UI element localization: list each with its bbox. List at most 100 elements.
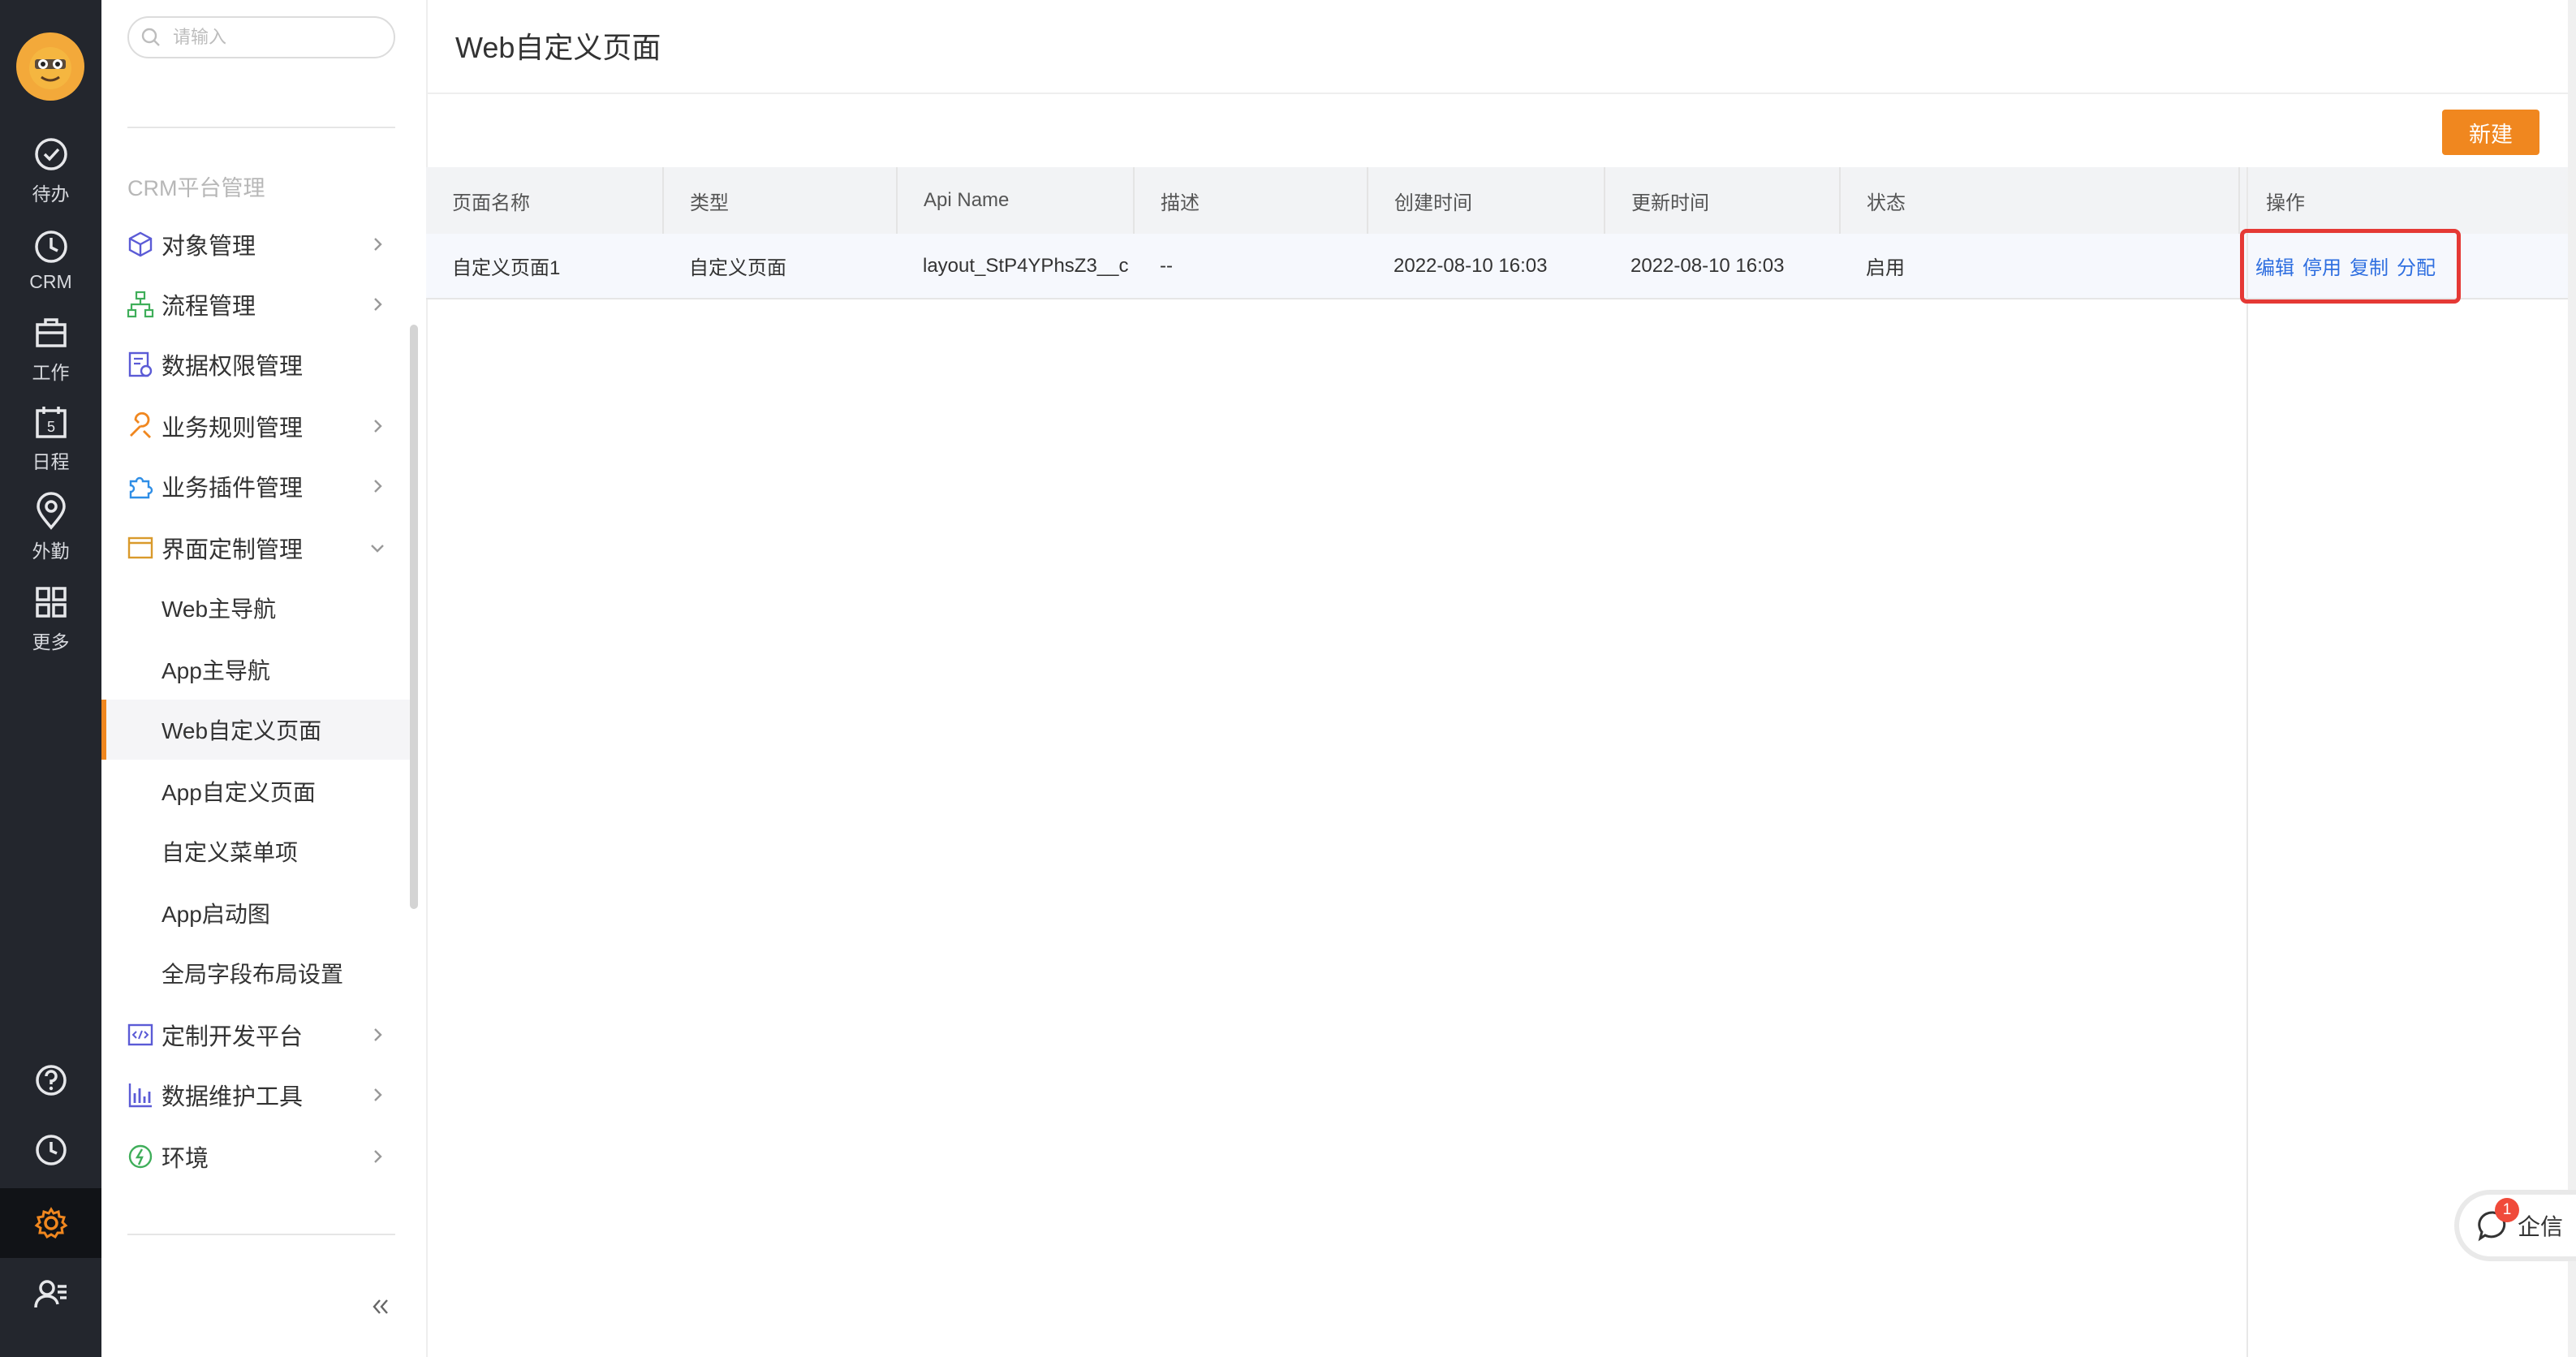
sidebar-item-label: 数据维护工具 [162, 1084, 304, 1110]
rail-item-more[interactable]: 更多 [0, 578, 101, 659]
sidebar-subitem-web-custom-page[interactable]: Web自定义页面 [101, 700, 410, 760]
sidebar-subitem-label: App自定义页面 [162, 780, 316, 805]
rail-item-crm[interactable]: CRM [0, 219, 101, 300]
divider [127, 127, 395, 128]
column-header[interactable]: 描述 [1134, 167, 1368, 234]
rail-item-work[interactable]: 工作 [0, 308, 101, 390]
sidebar-scrollbar[interactable] [410, 325, 418, 909]
sidebar-search[interactable] [127, 16, 395, 58]
column-header[interactable]: 类型 [663, 167, 898, 234]
briefcase-icon [35, 318, 67, 347]
rail-label: 更多 [32, 631, 70, 653]
chevron-right-icon [374, 298, 382, 311]
sidebar-subitem-label: 全局字段布局设置 [162, 962, 344, 987]
history-button[interactable] [0, 1115, 101, 1185]
help-button[interactable] [0, 1045, 101, 1115]
page-scrollbar-track[interactable] [2568, 0, 2576, 1357]
table-header-row: 页面名称 类型 Api Name 描述 创建时间 更新时间 状态 操作 [426, 167, 2576, 234]
column-header[interactable]: 操作 [2239, 167, 2576, 234]
clock-icon [35, 1135, 67, 1165]
sidebar-item-label: 业务插件管理 [162, 476, 304, 502]
sidebar-item-data-tools[interactable]: 数据维护工具 [101, 1065, 418, 1125]
sidebar-item-label: 环境 [162, 1146, 209, 1172]
sidebar-subitem-label: 自定义菜单项 [162, 840, 299, 865]
sidebar-item-label: 业务规则管理 [162, 416, 304, 442]
sidebar-item-label: 定制开发平台 [162, 1024, 304, 1050]
search-input[interactable] [171, 26, 386, 49]
location-pin-icon [36, 492, 66, 530]
document-lock-icon [128, 351, 153, 377]
help-icon [35, 1065, 67, 1096]
sidebar-subitem-app-main-nav[interactable]: App主导航 [101, 640, 410, 700]
rail-item-field[interactable]: 外勤 [0, 487, 101, 568]
bar-chart-icon [128, 1083, 152, 1108]
sidebar-item-data-permission[interactable]: 数据权限管理 [101, 334, 418, 394]
chevron-down-icon [371, 545, 384, 553]
chevron-right-icon [374, 1088, 382, 1101]
sidebar-item-business-rules[interactable]: 业务规则管理 [101, 396, 418, 456]
chevron-right-icon [374, 238, 382, 251]
column-header[interactable]: 状态 [1840, 167, 2240, 234]
admin-sidebar: CRM平台管理 对象管理 流程管理 数据权限管理 [101, 0, 428, 1357]
section-title: CRM平台管理 [127, 176, 265, 200]
column-header[interactable]: 页面名称 [426, 167, 664, 234]
cell-api-name: layout_StP4YPhsZ3__c [897, 234, 1134, 299]
sidebar-item-label: 对象管理 [162, 234, 256, 260]
cell-status: 启用 [1840, 234, 2239, 299]
column-header[interactable]: 更新时间 [1605, 167, 1841, 234]
sidebar-subitem-custom-menu[interactable]: 自定义菜单项 [101, 821, 410, 881]
rail-item-calendar[interactable]: 5 日程 [0, 398, 101, 479]
check-circle-icon [34, 138, 67, 170]
column-header[interactable]: 创建时间 [1368, 167, 1605, 234]
rail-label: CRM [29, 270, 72, 292]
qixin-chat-button[interactable]: 1 企信 [2454, 1190, 2576, 1261]
sidebar-subitem-web-main-nav[interactable]: Web主导航 [101, 578, 410, 638]
chevron-right-icon [374, 1150, 382, 1163]
sidebar-subitem-label: Web主导航 [162, 597, 277, 622]
puzzle-icon [129, 476, 153, 499]
search-icon [141, 28, 160, 46]
user-settings-button[interactable] [0, 1260, 101, 1329]
sidebar-subitem-label: App主导航 [162, 658, 270, 683]
chevron-right-icon [374, 420, 382, 433]
cell-description: -- [1134, 234, 1368, 299]
calendar-icon: 5 [35, 407, 67, 438]
settings-button[interactable] [0, 1188, 101, 1258]
sidebar-item-environment[interactable]: 环境 [101, 1127, 418, 1187]
sidebar-subitem-label: App启动图 [162, 902, 270, 927]
calendar-day: 5 [46, 419, 54, 435]
sidebar-item-label: 流程管理 [162, 294, 256, 320]
rail-label: 工作 [32, 362, 70, 383]
sidebar-item-objects[interactable]: 对象管理 [101, 214, 418, 274]
avatar[interactable] [16, 32, 84, 101]
page-title: Web自定义页面 [455, 31, 661, 64]
sidebar-item-ui-customization[interactable]: 界面定制管理 [101, 518, 418, 578]
sidebar-subitem-app-splash[interactable]: App启动图 [101, 883, 410, 943]
chevron-right-icon [374, 1028, 382, 1041]
divider [127, 1234, 395, 1235]
unread-badge: 1 [2495, 1198, 2519, 1222]
chevron-right-icon [374, 480, 382, 493]
rail-item-todo[interactable]: 待办 [0, 130, 101, 211]
sidebar-subitem-app-custom-page[interactable]: App自定义页面 [101, 761, 410, 821]
rail-label: 日程 [32, 451, 70, 472]
code-icon [127, 1023, 153, 1046]
header-divider [426, 93, 2576, 94]
rail-label: 外勤 [32, 541, 70, 562]
cell-type: 自定义页面 [663, 234, 897, 299]
sidebar-item-process[interactable]: 流程管理 [101, 274, 418, 334]
clock-icon [34, 230, 67, 263]
main-content: Web自定义页面 新建 页面名称 类型 Api Name 描述 创建时间 更新时… [426, 0, 2576, 1357]
sidebar-item-business-plugins[interactable]: 业务插件管理 [101, 456, 418, 516]
cube-icon [128, 231, 153, 257]
cell-created-time: 2022-08-10 16:03 [1368, 234, 1605, 299]
rail-label: 待办 [32, 183, 70, 205]
sidebar-subitem-global-field-layout[interactable]: 全局字段布局设置 [101, 943, 410, 1003]
cell-updated-time: 2022-08-10 16:03 [1605, 234, 1840, 299]
window-icon [127, 536, 153, 559]
collapse-sidebar-icon[interactable] [366, 1292, 395, 1321]
sidebar-item-dev-platform[interactable]: 定制开发平台 [101, 1005, 418, 1065]
mascot-icon [29, 47, 71, 89]
new-button[interactable]: 新建 [2442, 110, 2539, 155]
column-header[interactable]: Api Name [897, 167, 1135, 234]
